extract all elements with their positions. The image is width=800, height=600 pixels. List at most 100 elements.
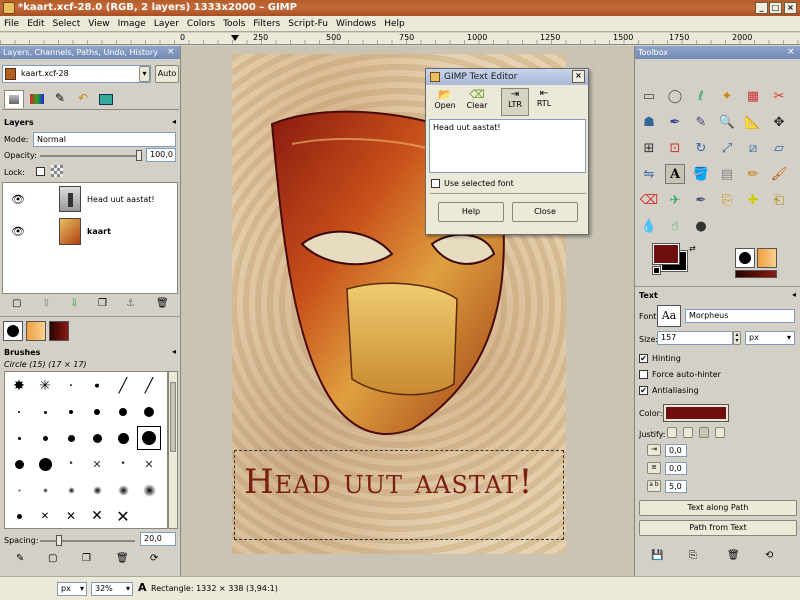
image-select[interactable]: kaart.xcf-28 [2,65,151,83]
autohinter-checkbox[interactable] [639,370,648,379]
tab-channels-icon[interactable] [27,91,47,108]
menu-filters[interactable]: Filters [249,16,284,32]
perspective-icon[interactable]: ▱ [769,138,789,158]
use-selected-font-row[interactable]: Use selected font [431,179,514,188]
text-color-button[interactable] [663,404,729,422]
clear-button[interactable]: ⌫ Clear [462,88,492,116]
crop-icon[interactable]: ⊡ [665,138,685,158]
tab-layers-icon[interactable] [4,90,24,108]
delete-brush-icon[interactable]: 🗑 [116,553,129,564]
font-field[interactable]: Morpheus [685,309,795,323]
brush-cell[interactable] [137,400,161,424]
scale-icon[interactable]: ⤢ [717,138,737,158]
lower-layer-icon[interactable]: ⇩ [70,298,78,309]
brush-cell[interactable]: ✕ [137,452,161,476]
autohinter-row[interactable]: Force auto-hinter [639,370,721,379]
delete-layer-icon[interactable]: 🗑 [156,298,169,309]
perspective-clone-icon[interactable]: ⎗ [769,190,789,210]
blur-icon[interactable]: 💧 [639,216,659,236]
menu-select[interactable]: Select [49,16,85,32]
menu-help[interactable]: Help [380,16,409,32]
close-icon[interactable]: × [784,2,797,14]
reset-options-icon[interactable]: ⟲ [765,550,773,561]
color-picker-icon[interactable]: ✎ [691,112,711,132]
brush-cell[interactable] [85,400,109,424]
menu-colors[interactable]: Colors [183,16,219,32]
menu-image[interactable]: Image [114,16,150,32]
shear-icon[interactable]: ⧄ [743,138,763,158]
letter-spacing-field[interactable]: 5,0 [665,480,687,493]
menu-file[interactable]: File [0,16,23,32]
text-along-path-button[interactable]: Text along Path [639,500,797,516]
brush-cell[interactable] [7,452,31,476]
layer-row[interactable]: 👁 Head uut aastat! [3,183,177,215]
opacity-slider[interactable] [40,155,140,157]
close-button[interactable]: Close [512,202,578,222]
spacing-field[interactable]: 20,0 [140,532,176,546]
brush-cell[interactable] [59,426,83,450]
font-preview-button[interactable]: Aa [657,305,681,327]
blend-icon[interactable]: ▤ [717,164,737,184]
brush-cell[interactable]: ╱ [111,374,135,398]
brush-cell[interactable] [111,478,135,502]
brush-cell[interactable]: ✳ [33,374,57,398]
opacity-slider-handle[interactable] [136,150,142,161]
justify-fill-icon[interactable] [715,427,725,438]
size-unit-select[interactable]: px ▾ [745,331,795,345]
brush-cell[interactable] [7,426,31,450]
duplicate-brush-icon[interactable]: ❐ [82,553,91,564]
opacity-field[interactable]: 100,0 [146,148,176,162]
menu-windows[interactable]: Windows [332,16,380,32]
new-brush-icon[interactable]: ▢ [48,553,57,564]
foreground-select-icon[interactable]: ☗ [639,112,659,132]
dock-close-icon[interactable]: × [167,47,177,57]
ltr-toggle[interactable]: ⇥ LTR [501,88,529,116]
brush-cell[interactable] [85,478,109,502]
brush-cell[interactable]: · [59,374,83,398]
brush-cell[interactable] [59,478,83,502]
brush-cell[interactable] [59,400,83,424]
paths-icon[interactable]: ✒ [665,112,685,132]
active-pattern-indicator[interactable] [757,248,777,268]
heal-icon[interactable]: ✚ [743,190,763,210]
pattern-tab-icon[interactable] [26,321,46,341]
lock-alpha-checkbox[interactable] [36,167,45,176]
paintbrush-icon[interactable]: 🖌 [769,164,789,184]
text-editor-textarea[interactable]: Head uut aastat! [429,119,586,173]
duplicate-layer-icon[interactable]: ❐ [98,298,107,309]
color-select-icon[interactable]: ▦ [743,86,763,106]
active-brush-indicator[interactable] [735,248,755,268]
help-button[interactable]: Help [438,202,504,222]
pencil-icon[interactable]: ✏ [743,164,763,184]
ellipse-select-icon[interactable]: ◯ [665,86,685,106]
ink-icon[interactable]: ✒ [691,190,711,210]
brush-cell[interactable] [7,504,31,528]
refresh-brushes-icon[interactable]: ⟳ [150,553,158,564]
brush-cell[interactable] [137,504,161,528]
active-gradient-indicator[interactable] [735,270,777,278]
brush-cell[interactable]: ✕ [59,504,83,528]
foreground-color-swatch[interactable] [652,243,680,265]
size-field[interactable]: 157 [657,331,733,345]
menu-edit[interactable]: Edit [23,16,48,32]
open-button[interactable]: 📂 Open [430,88,460,116]
antialiasing-row[interactable]: ✔ Antialiasing [639,386,699,395]
fuzzy-select-icon[interactable]: ✦ [717,86,737,106]
brush-cell[interactable] [85,426,109,450]
brushes-grid[interactable]: ✸ ✳ · ∙ ╱ ╱ • ✕ • ✕ ✕ ✕ ✕ ✕ [4,371,168,529]
brush-cell[interactable] [137,426,161,450]
dialog-close-icon[interactable]: × [572,70,585,83]
indent-field[interactable]: 0,0 [665,444,687,457]
delete-options-icon[interactable]: 🗑 [727,550,740,561]
raise-layer-icon[interactable]: ⇧ [42,298,50,309]
unit-select[interactable]: px ▾ [57,582,87,596]
dodge-burn-icon[interactable]: ● [691,216,711,236]
save-options-icon[interactable]: 💾 [651,550,663,561]
brush-cell[interactable] [33,426,57,450]
layer-row[interactable]: 👁 kaart [3,215,177,247]
toolbox-close-icon[interactable]: × [787,47,797,57]
minimize-icon[interactable]: _ [755,2,768,14]
brush-cell[interactable]: ✸ [7,374,31,398]
airbrush-icon[interactable]: ✈ [665,190,685,210]
free-select-icon[interactable]: ℓ [691,86,711,106]
